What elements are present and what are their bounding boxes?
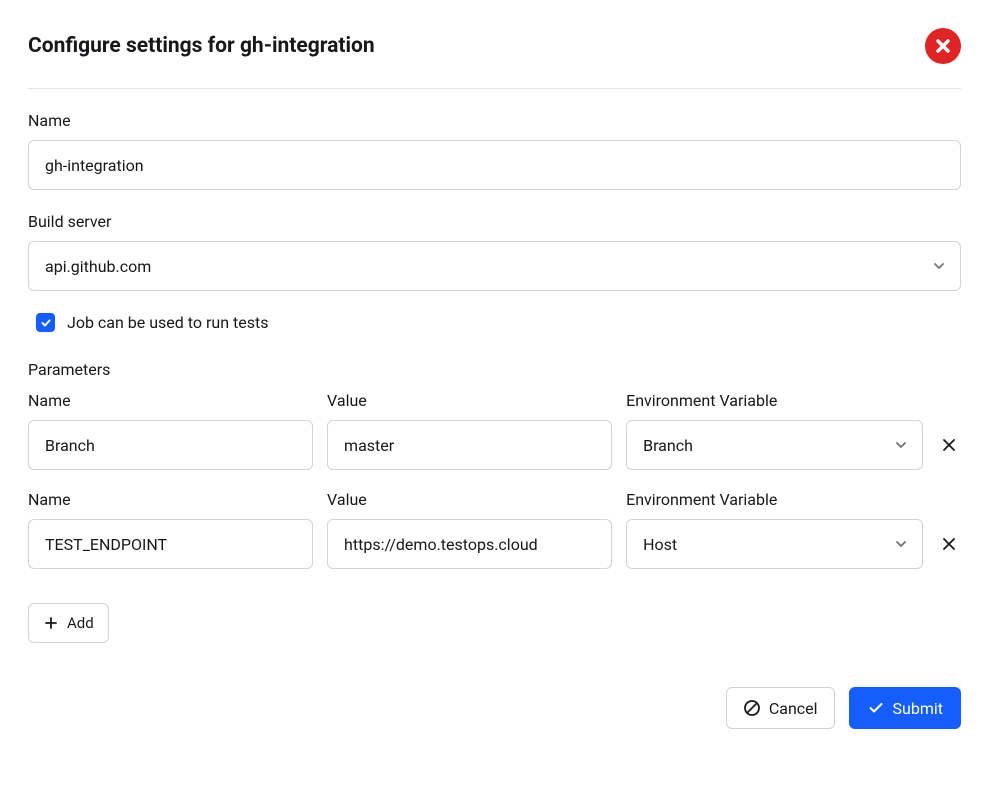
x-icon — [940, 535, 958, 553]
build-server-select[interactable] — [28, 241, 961, 291]
param-envvar-label: Environment Variable — [626, 391, 923, 410]
dialog-title: Configure settings for gh-integration — [28, 34, 375, 58]
build-server-label: Build server — [28, 212, 961, 231]
param-row: Name Value Environment Variable — [28, 391, 961, 470]
name-label: Name — [28, 111, 961, 130]
x-icon — [940, 436, 958, 454]
param-name-input[interactable] — [28, 420, 313, 470]
close-icon — [933, 36, 953, 56]
check-icon — [867, 699, 885, 717]
dialog-footer: Cancel Submit — [28, 687, 961, 729]
check-icon — [40, 317, 52, 329]
job-run-tests-checkbox[interactable] — [36, 313, 55, 332]
job-checkbox-row: Job can be used to run tests — [28, 313, 961, 332]
parameters-section-label: Parameters — [28, 360, 961, 379]
add-button-label: Add — [67, 614, 94, 632]
param-name-label: Name — [28, 391, 313, 410]
dialog-header: Configure settings for gh-integration — [28, 28, 961, 89]
param-envvar-select[interactable] — [626, 519, 923, 569]
close-button[interactable] — [925, 28, 961, 64]
job-checkbox-label: Job can be used to run tests — [67, 313, 268, 332]
plus-icon — [43, 615, 59, 631]
cancel-button-label: Cancel — [769, 699, 818, 718]
param-value-input[interactable] — [327, 420, 612, 470]
cancel-button[interactable]: Cancel — [726, 687, 835, 729]
param-name-label: Name — [28, 490, 313, 509]
param-name-input[interactable] — [28, 519, 313, 569]
param-value-input[interactable] — [327, 519, 612, 569]
param-value-label: Value — [327, 490, 612, 509]
submit-button[interactable]: Submit — [849, 687, 961, 729]
submit-button-label: Submit — [893, 699, 943, 718]
cancel-icon — [743, 699, 761, 717]
param-envvar-label: Environment Variable — [626, 490, 923, 509]
param-remove-button[interactable] — [937, 420, 961, 470]
add-parameter-button[interactable]: Add — [28, 603, 109, 643]
build-server-field-group: Build server — [28, 212, 961, 291]
param-remove-button[interactable] — [937, 519, 961, 569]
name-input[interactable] — [28, 140, 961, 190]
name-field-group: Name — [28, 111, 961, 190]
param-envvar-select[interactable] — [626, 420, 923, 470]
param-row: Name Value Environment Variable — [28, 490, 961, 569]
param-value-label: Value — [327, 391, 612, 410]
